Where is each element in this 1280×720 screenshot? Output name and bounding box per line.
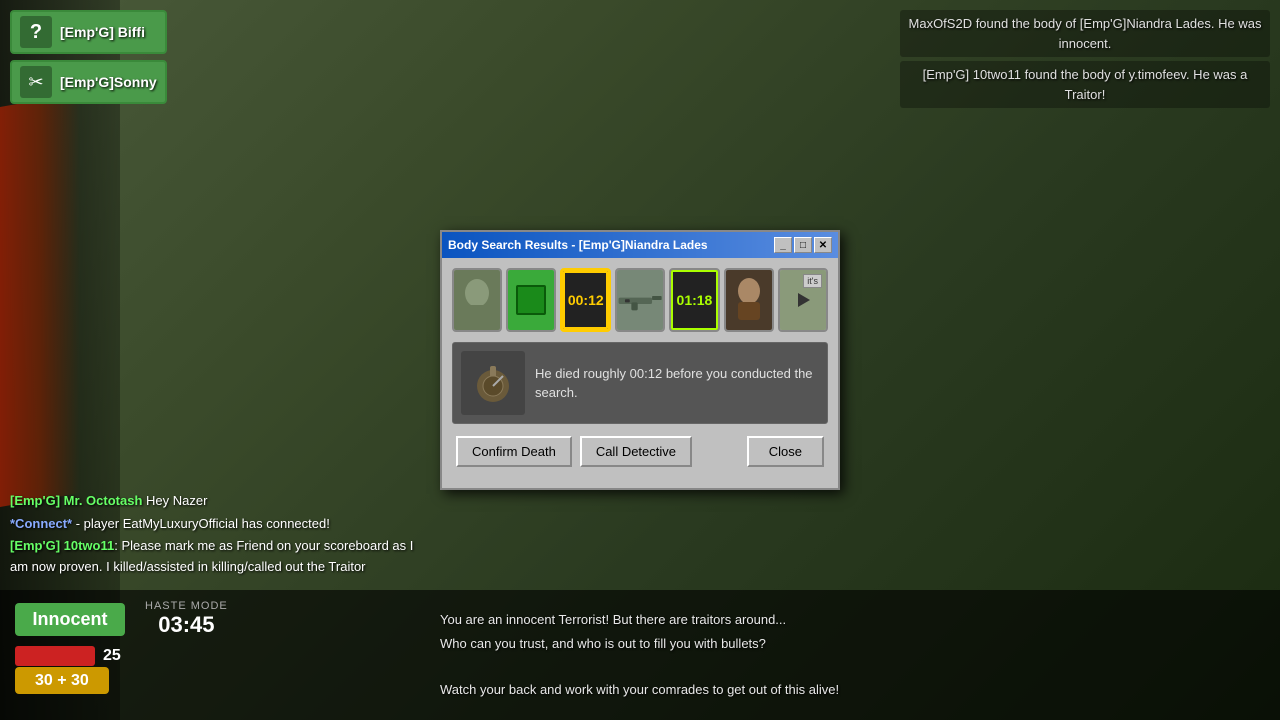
body-search-modal: Body Search Results - [Emp'G]Niandra Lad… (440, 230, 840, 490)
ev-time-value: 00:12 (568, 292, 604, 308)
ev-lastseen-display: 01:18 (671, 270, 717, 330)
ev-time-display: 00:12 (563, 271, 608, 329)
confirm-death-button[interactable]: Confirm Death (456, 436, 572, 467)
modal-titlebar: Body Search Results - [Emp'G]Niandra Lad… (442, 232, 838, 258)
modal-title: Body Search Results - [Emp'G]Niandra Lad… (448, 238, 708, 252)
ev-player-face (454, 270, 500, 330)
death-description: He died roughly 00:12 before you conduct… (535, 351, 819, 415)
ev-video-display: it's (780, 270, 826, 330)
evidence-strip: 00:12 (452, 268, 828, 332)
death-desc-text: He died roughly 00:12 before you conduct… (535, 364, 819, 403)
evidence-card-weapon[interactable] (615, 268, 665, 332)
death-thumbnail (461, 351, 525, 415)
modal-buttons-row: Confirm Death Call Detective Close (452, 436, 828, 467)
modal-controls: _ □ ✕ (774, 237, 832, 253)
ev-weapon-display (617, 270, 663, 330)
death-info-box: He died roughly 00:12 before you conduct… (452, 342, 828, 424)
evidence-card-video[interactable]: it's (778, 268, 828, 332)
modal-close-x-button[interactable]: ✕ (814, 237, 832, 253)
ev-suspect-display (726, 270, 772, 330)
close-button[interactable]: Close (747, 436, 824, 467)
evidence-card-face[interactable] (452, 268, 502, 332)
modal-body: 00:12 (442, 258, 838, 477)
call-detective-button[interactable]: Call Detective (580, 436, 692, 467)
evidence-card-lastseen[interactable]: 01:18 (669, 268, 719, 332)
evidence-card-team[interactable] (506, 268, 556, 332)
modal-overlay: Body Search Results - [Emp'G]Niandra Lad… (0, 0, 1280, 720)
evidence-card-time[interactable]: 00:12 (560, 268, 611, 332)
evidence-card-suspect[interactable] (724, 268, 774, 332)
modal-minimize-button[interactable]: _ (774, 237, 792, 253)
ev-team-indicator (508, 270, 554, 330)
modal-restore-button[interactable]: □ (794, 237, 812, 253)
ev-lastseen-value: 01:18 (677, 292, 713, 308)
